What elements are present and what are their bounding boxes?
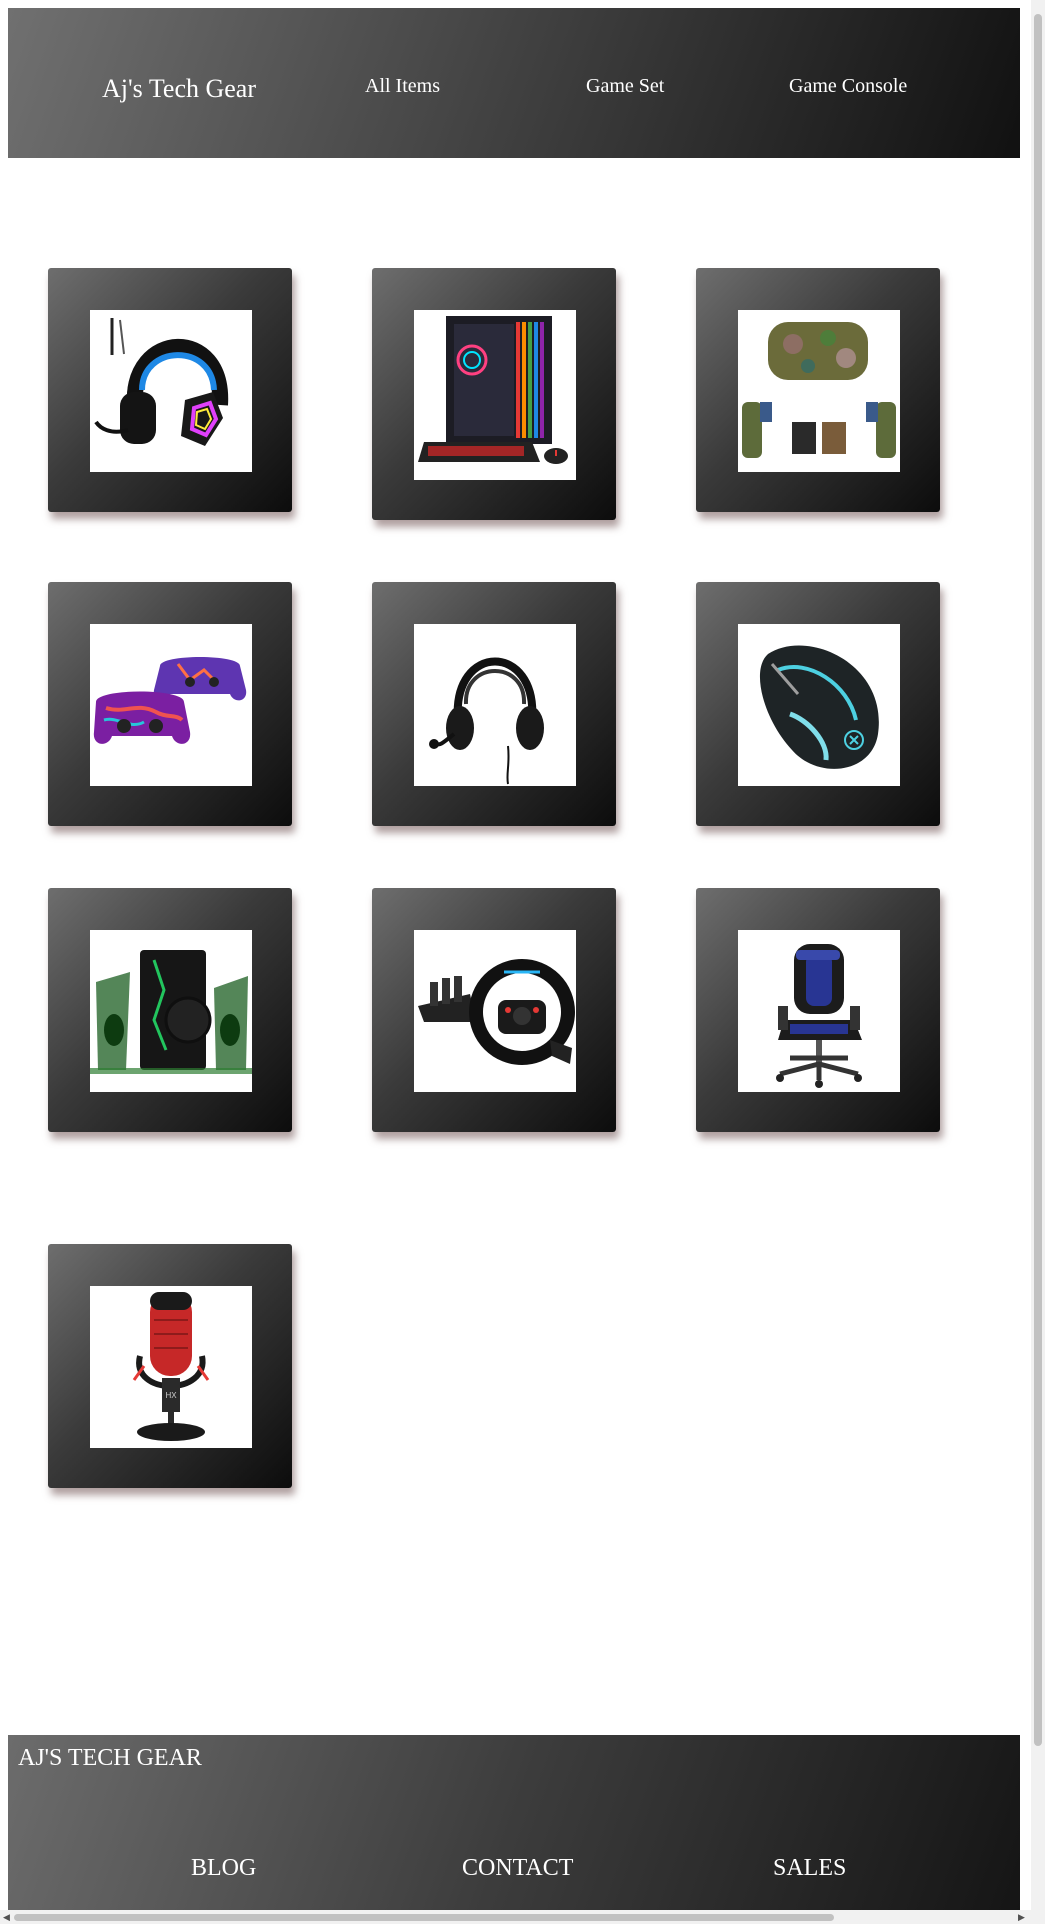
controller-skins-icon <box>90 624 252 786</box>
product-card-racing-wheel[interactable] <box>372 888 616 1132</box>
nav-game-set[interactable]: Game Set <box>586 75 664 98</box>
gaming-chair-icon <box>738 930 900 1092</box>
microphone-icon: HX <box>90 1286 252 1448</box>
product-card-gaming-headset[interactable] <box>48 268 292 512</box>
headset-icon <box>414 624 576 786</box>
product-card-microphone[interactable]: HX <box>48 1244 292 1488</box>
site-brand[interactable]: Aj's Tech Gear <box>102 74 256 104</box>
gaming-headset-icon <box>90 310 252 472</box>
product-card-vr-skin[interactable] <box>696 268 940 512</box>
horizontal-scrollbar[interactable]: ◀ ▶ <box>0 1910 1031 1924</box>
nav-game-console[interactable]: Game Console <box>789 75 907 98</box>
svg-text:HX: HX <box>165 1391 177 1400</box>
product-card-gaming-pc[interactable] <box>372 268 616 520</box>
footer-link-contact[interactable]: CONTACT <box>462 1855 573 1882</box>
gaming-pc-icon <box>414 310 576 480</box>
scroll-left-arrow-icon[interactable]: ◀ <box>3 1910 10 1924</box>
product-card-headset[interactable] <box>372 582 616 826</box>
product-card-gaming-chair[interactable] <box>696 888 940 1132</box>
vertical-scroll-thumb[interactable] <box>1034 14 1042 1746</box>
vr-headset-skin-icon <box>738 310 900 472</box>
horizontal-scroll-thumb[interactable] <box>14 1914 834 1921</box>
vertical-scrollbar[interactable] <box>1031 0 1045 1924</box>
footer-brand: AJ'S TECH GEAR <box>18 1745 202 1771</box>
speakers-icon <box>90 930 252 1092</box>
site-header: Aj's Tech Gear All Items Game Set Game C… <box>8 8 1020 158</box>
product-card-controller-skins[interactable] <box>48 582 292 826</box>
nav-all-items[interactable]: All Items <box>365 75 440 98</box>
gaming-mouse-icon <box>738 624 900 786</box>
footer-link-sales[interactable]: SALES <box>773 1855 846 1882</box>
footer-link-blog[interactable]: BLOG <box>191 1855 256 1882</box>
scroll-right-arrow-icon[interactable]: ▶ <box>1018 1910 1025 1924</box>
site-footer: AJ'S TECH GEAR BLOG CONTACT SALES <box>8 1735 1020 1915</box>
racing-wheel-icon <box>414 930 576 1092</box>
product-card-speakers[interactable] <box>48 888 292 1132</box>
product-card-gaming-mouse[interactable] <box>696 582 940 826</box>
